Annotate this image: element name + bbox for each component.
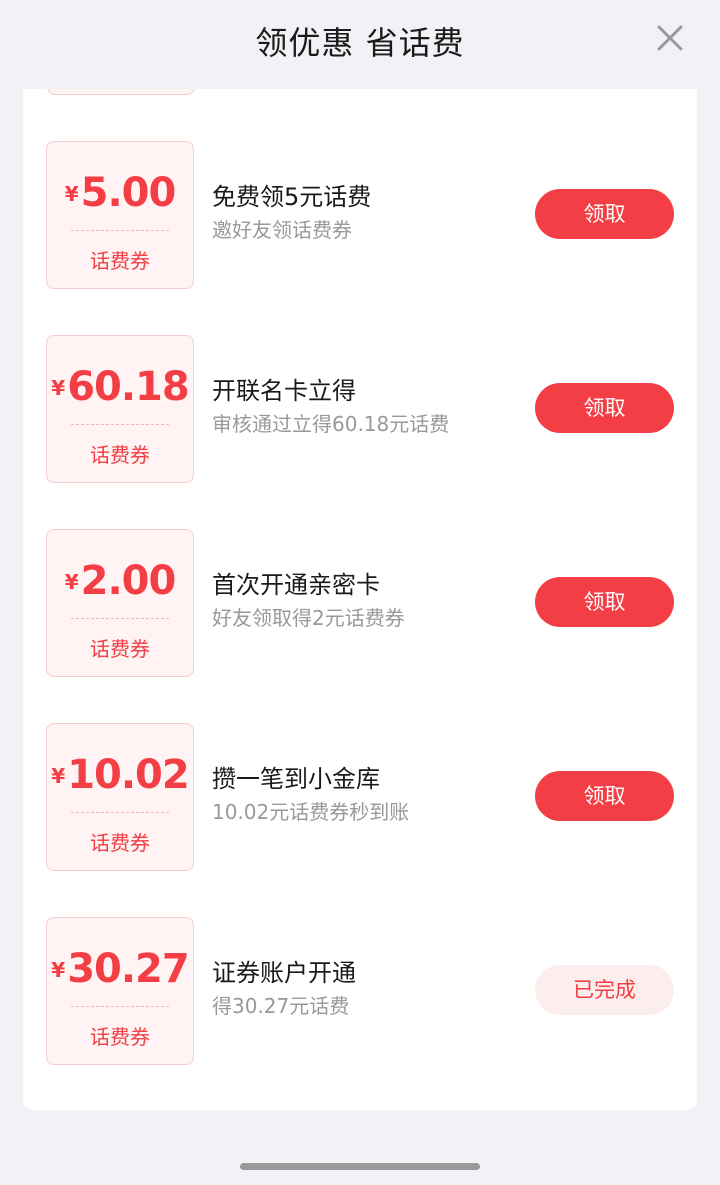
task-info: 攒一笔到小金库 10.02元话费券秒到账 xyxy=(212,762,522,827)
coupon-card: ¥10.02 话费券 xyxy=(46,723,194,871)
coupon-card: ¥2.00 话费券 xyxy=(46,529,194,677)
list-item: ¥2.00 话费券 首次开通亲密卡 好友领取得2元话费券 领取 xyxy=(23,529,697,677)
list-item: ¥10.02 话费券 攒一笔到小金库 10.02元话费券秒到账 领取 xyxy=(23,723,697,871)
coupon-amount: ¥60.18 xyxy=(47,364,193,410)
close-icon[interactable] xyxy=(652,20,688,56)
task-subtitle: 审核通过立得60.18元话费 xyxy=(212,412,450,436)
currency-symbol: ¥ xyxy=(51,376,66,400)
claim-button[interactable]: 领取 xyxy=(535,383,674,433)
task-title: 开联名卡立得 xyxy=(212,377,356,405)
task-info: 证券账户开通 得30.27元话费 xyxy=(212,956,522,1021)
task-title: 首次开通亲密卡 xyxy=(212,571,380,599)
coupon-label: 话费券 xyxy=(90,443,150,467)
task-title: 免费领5元话费 xyxy=(212,183,372,211)
amount-value: 2.00 xyxy=(80,558,177,604)
coupon-amount: ¥30.27 xyxy=(47,946,193,992)
amount-value: 5.00 xyxy=(80,170,177,216)
task-info: 首次开通亲密卡 好友领取得2元话费券 xyxy=(212,568,522,633)
coupon-amount: ¥10.02 xyxy=(47,752,193,798)
coupon-card: ¥60.18 话费券 xyxy=(46,335,194,483)
coupon-list[interactable]: ¥5.00 话费券 免费领5元话费 邀好友领话费券 领取 ¥60.18 话费券 … xyxy=(23,89,697,1110)
task-title: 证券账户开通 xyxy=(212,959,356,987)
currency-symbol: ¥ xyxy=(64,182,79,206)
coupon-amount: ¥2.00 xyxy=(47,558,193,604)
divider xyxy=(71,1006,169,1007)
amount-value: 60.18 xyxy=(67,364,190,410)
currency-symbol: ¥ xyxy=(51,764,66,788)
coupon-label: 话费券 xyxy=(90,1025,150,1049)
amount-value: 10.02 xyxy=(67,752,190,798)
currency-symbol: ¥ xyxy=(51,958,66,982)
currency-symbol: ¥ xyxy=(64,570,79,594)
divider xyxy=(71,812,169,813)
claim-button[interactable]: 领取 xyxy=(535,577,674,627)
coupon-card: ¥30.27 话费券 xyxy=(46,917,194,1065)
task-info: 免费领5元话费 邀好友领话费券 xyxy=(212,180,522,245)
list-item: ¥60.18 话费券 开联名卡立得 审核通过立得60.18元话费 领取 xyxy=(23,335,697,483)
header: 领优惠 省话费 xyxy=(0,0,720,86)
divider xyxy=(71,618,169,619)
task-subtitle: 10.02元话费券秒到账 xyxy=(212,800,410,824)
coupon-label: 话费券 xyxy=(90,249,150,273)
coupon-card: ¥5.00 话费券 xyxy=(46,141,194,289)
coupon-card-partial xyxy=(47,89,195,95)
divider xyxy=(71,230,169,231)
divider xyxy=(71,424,169,425)
task-title: 攒一笔到小金库 xyxy=(212,765,380,793)
amount-value: 30.27 xyxy=(67,946,190,992)
task-subtitle: 得30.27元话费 xyxy=(212,994,350,1018)
completed-button[interactable]: 已完成 xyxy=(535,965,674,1015)
task-subtitle: 好友领取得2元话费券 xyxy=(212,606,405,630)
coupon-label: 话费券 xyxy=(90,637,150,661)
claim-button[interactable]: 领取 xyxy=(535,771,674,821)
list-item: ¥5.00 话费券 免费领5元话费 邀好友领话费券 领取 xyxy=(23,141,697,289)
coupon-amount: ¥5.00 xyxy=(47,170,193,216)
task-subtitle: 邀好友领话费券 xyxy=(212,218,352,242)
list-item: ¥30.27 话费券 证券账户开通 得30.27元话费 已完成 xyxy=(23,917,697,1065)
claim-button[interactable]: 领取 xyxy=(535,189,674,239)
task-info: 开联名卡立得 审核通过立得60.18元话费 xyxy=(212,374,522,439)
home-indicator[interactable] xyxy=(240,1163,480,1170)
coupon-label: 话费券 xyxy=(90,831,150,855)
page-title: 领优惠 省话费 xyxy=(255,24,465,62)
